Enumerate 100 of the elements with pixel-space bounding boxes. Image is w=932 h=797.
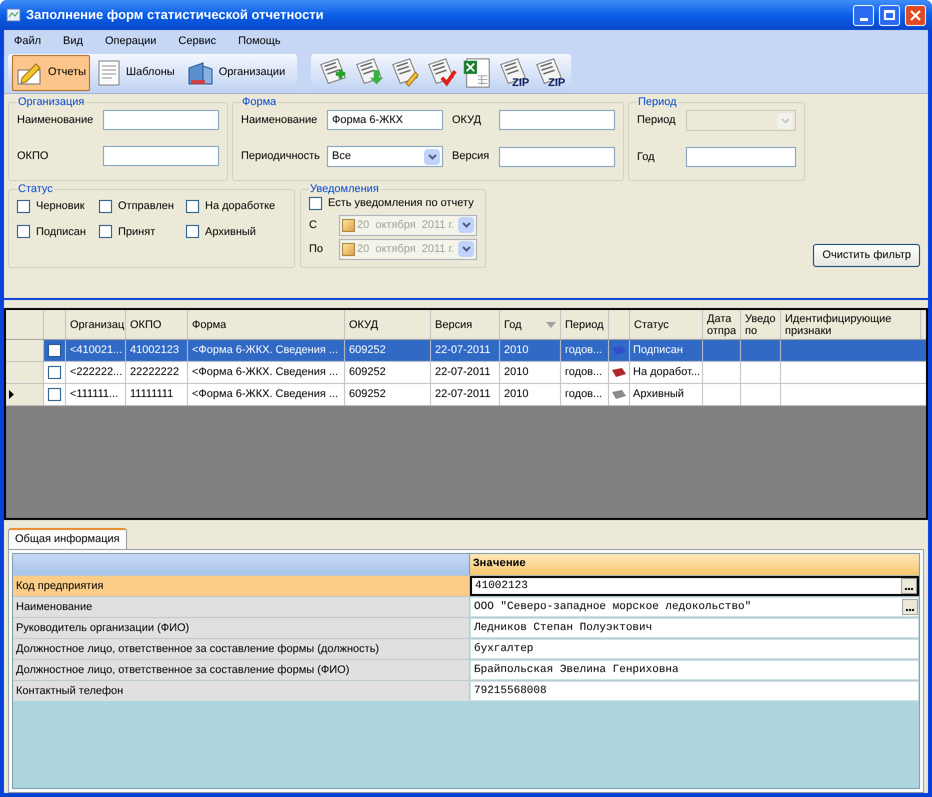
table-cell: 609252 bbox=[345, 384, 431, 405]
property-name[interactable]: Должностное лицо, ответственное за составление формы (ФИО) bbox=[13, 660, 470, 680]
field-label: Год bbox=[637, 150, 656, 165]
table-cell: <410021... bbox=[66, 340, 126, 361]
input-field[interactable] bbox=[499, 146, 615, 166]
row-header[interactable] bbox=[6, 384, 44, 405]
table-cell: <111111... bbox=[66, 384, 126, 405]
checkbox[interactable] bbox=[99, 225, 112, 238]
field-label: Период bbox=[637, 113, 677, 128]
field-label: Наименование bbox=[241, 112, 318, 128]
property-name[interactable]: Наименование bbox=[13, 597, 470, 617]
property-value-field[interactable]: Ледников Степан Полуэктович bbox=[470, 618, 919, 638]
field-label: Версия bbox=[451, 149, 490, 164]
toolbar-button[interactable]: Шаблоны bbox=[92, 54, 179, 90]
table-cell: <Форма 6-ЖКХ. Сведения ... bbox=[188, 362, 345, 383]
ellipsis-button[interactable] bbox=[902, 599, 918, 615]
clear-filter-button[interactable]: Очистить фильтр bbox=[813, 244, 920, 267]
checkbox[interactable] bbox=[99, 200, 112, 213]
zip-label: ZIP bbox=[512, 78, 530, 88]
input-field[interactable]: Форма 6-ЖКХ bbox=[327, 110, 443, 130]
app-icon bbox=[6, 8, 21, 22]
close-icon bbox=[910, 10, 921, 20]
table-cell: <Форма 6-ЖКХ. Сведения ... bbox=[188, 384, 345, 405]
checkbox-label: Черновик bbox=[36, 199, 85, 214]
property-name[interactable]: Код предприятия bbox=[13, 576, 470, 596]
current-row-icon bbox=[9, 390, 14, 399]
checkbox[interactable] bbox=[186, 200, 199, 213]
property-name[interactable]: Руководитель организации (ФИО) bbox=[13, 618, 470, 638]
checkbox[interactable] bbox=[48, 388, 61, 401]
property-value-field[interactable]: 79215568008 bbox=[470, 681, 919, 701]
input-field[interactable] bbox=[499, 110, 615, 130]
group-title: Организация bbox=[17, 96, 86, 108]
field-label: С bbox=[309, 218, 318, 233]
column-header[interactable]: Форма bbox=[188, 310, 345, 339]
close-button[interactable] bbox=[905, 4, 926, 26]
table-row[interactable]: <222222... 22222222 <Форма 6-ЖКХ. Сведения ... 609252 22-07-2011 2010 годов... На доработ... bbox=[6, 362, 926, 384]
minimize-button[interactable] bbox=[853, 4, 874, 26]
toolbar-button[interactable]: Организации bbox=[180, 54, 290, 90]
table-cell: 2010 bbox=[500, 340, 561, 361]
sheet-button[interactable] bbox=[389, 56, 422, 88]
ellipsis-button[interactable] bbox=[901, 578, 917, 594]
checkbox-label: Архивный bbox=[205, 224, 256, 240]
property-value-field[interactable]: бухгалтер bbox=[470, 639, 919, 659]
property-name[interactable]: Контактный телефон bbox=[13, 681, 470, 701]
column-header[interactable]: Дата отпра bbox=[703, 310, 741, 339]
table-cell: 11111111 bbox=[126, 384, 188, 405]
menu-item[interactable]: Операции bbox=[104, 32, 156, 50]
property-value-field[interactable]: Брайпольская Эвелина Генриховна bbox=[470, 660, 919, 680]
table-cell: годов... bbox=[561, 362, 609, 383]
table-cell: 22-07-2011 bbox=[431, 340, 500, 361]
checkbox[interactable] bbox=[17, 225, 30, 238]
checkbox[interactable] bbox=[48, 344, 61, 357]
group-title: Уведомления bbox=[309, 183, 380, 195]
column-header[interactable]: Год bbox=[500, 310, 561, 339]
window-title: Заполнение форм статистической отчетности bbox=[26, 6, 325, 24]
maximize-button[interactable] bbox=[879, 4, 900, 26]
property-value-field[interactable]: 41002123 bbox=[470, 576, 919, 596]
checkbox[interactable] bbox=[309, 196, 322, 210]
menu-item[interactable]: Файл bbox=[14, 32, 42, 50]
field-label: Наименование bbox=[17, 112, 94, 128]
archive-button[interactable]: ZIP bbox=[533, 56, 566, 88]
checkbox[interactable] bbox=[186, 225, 199, 238]
tab[interactable]: Общая информация bbox=[8, 528, 127, 549]
column-header: Значение bbox=[470, 554, 919, 575]
calendar-icon bbox=[342, 242, 355, 256]
archive-button[interactable]: ZIP bbox=[497, 56, 530, 88]
input-field[interactable] bbox=[103, 146, 219, 166]
group-title: Форма bbox=[241, 96, 278, 108]
property-value-field[interactable]: ООО "Северо-западное морское ледокольство" bbox=[470, 597, 919, 617]
table-cell: 609252 bbox=[345, 362, 431, 383]
table-row[interactable]: <111111... 11111111 <Форма 6-ЖКХ. Сведения ... 609252 22-07-2011 2010 годов... Архивный bbox=[6, 384, 926, 406]
property-name[interactable]: Должностное лицо, ответственное за составление формы (должность) bbox=[13, 639, 470, 659]
input-field[interactable] bbox=[686, 147, 796, 167]
column-header[interactable]: Организац bbox=[66, 310, 126, 339]
zip-label: ZIP bbox=[548, 78, 566, 88]
menu-item[interactable]: Помощь bbox=[238, 32, 281, 50]
column-header[interactable]: ОКУД bbox=[345, 310, 431, 339]
table-cell: годов... bbox=[561, 340, 609, 361]
column-header[interactable]: Статус bbox=[630, 310, 703, 339]
input-field[interactable] bbox=[103, 110, 219, 130]
table-cell: 22-07-2011 bbox=[431, 384, 500, 405]
field-label: ОКПО bbox=[17, 148, 50, 164]
sort-arrow-icon bbox=[546, 322, 556, 328]
checkbox[interactable] bbox=[17, 200, 30, 213]
select-field[interactable]: Все bbox=[327, 146, 443, 167]
checkbox-label: Подписан bbox=[36, 224, 86, 240]
menu-item[interactable]: Вид bbox=[63, 32, 83, 50]
table-cell: 2010 bbox=[500, 384, 561, 405]
column-header[interactable]: Идентифицирующие признаки bbox=[781, 310, 921, 339]
toolbar-button[interactable]: Отчеты bbox=[12, 54, 90, 90]
column-header[interactable]: Версия bbox=[431, 310, 500, 339]
column-header[interactable]: ОКПО bbox=[126, 310, 188, 339]
field-label: Периодичность bbox=[241, 149, 321, 164]
table-row[interactable]: <410021... 41002123 <Форма 6-ЖКХ. Сведения ... 609252 22-07-2011 2010 годов... Подписан bbox=[6, 340, 926, 362]
checkbox[interactable] bbox=[48, 366, 61, 379]
column-header[interactable]: Уведо по bbox=[741, 310, 781, 339]
sheet-button[interactable] bbox=[425, 56, 458, 88]
table-cell: Подписан bbox=[630, 340, 703, 361]
menu-item[interactable]: Сервис bbox=[178, 32, 216, 50]
column-header[interactable]: Период bbox=[561, 310, 609, 339]
